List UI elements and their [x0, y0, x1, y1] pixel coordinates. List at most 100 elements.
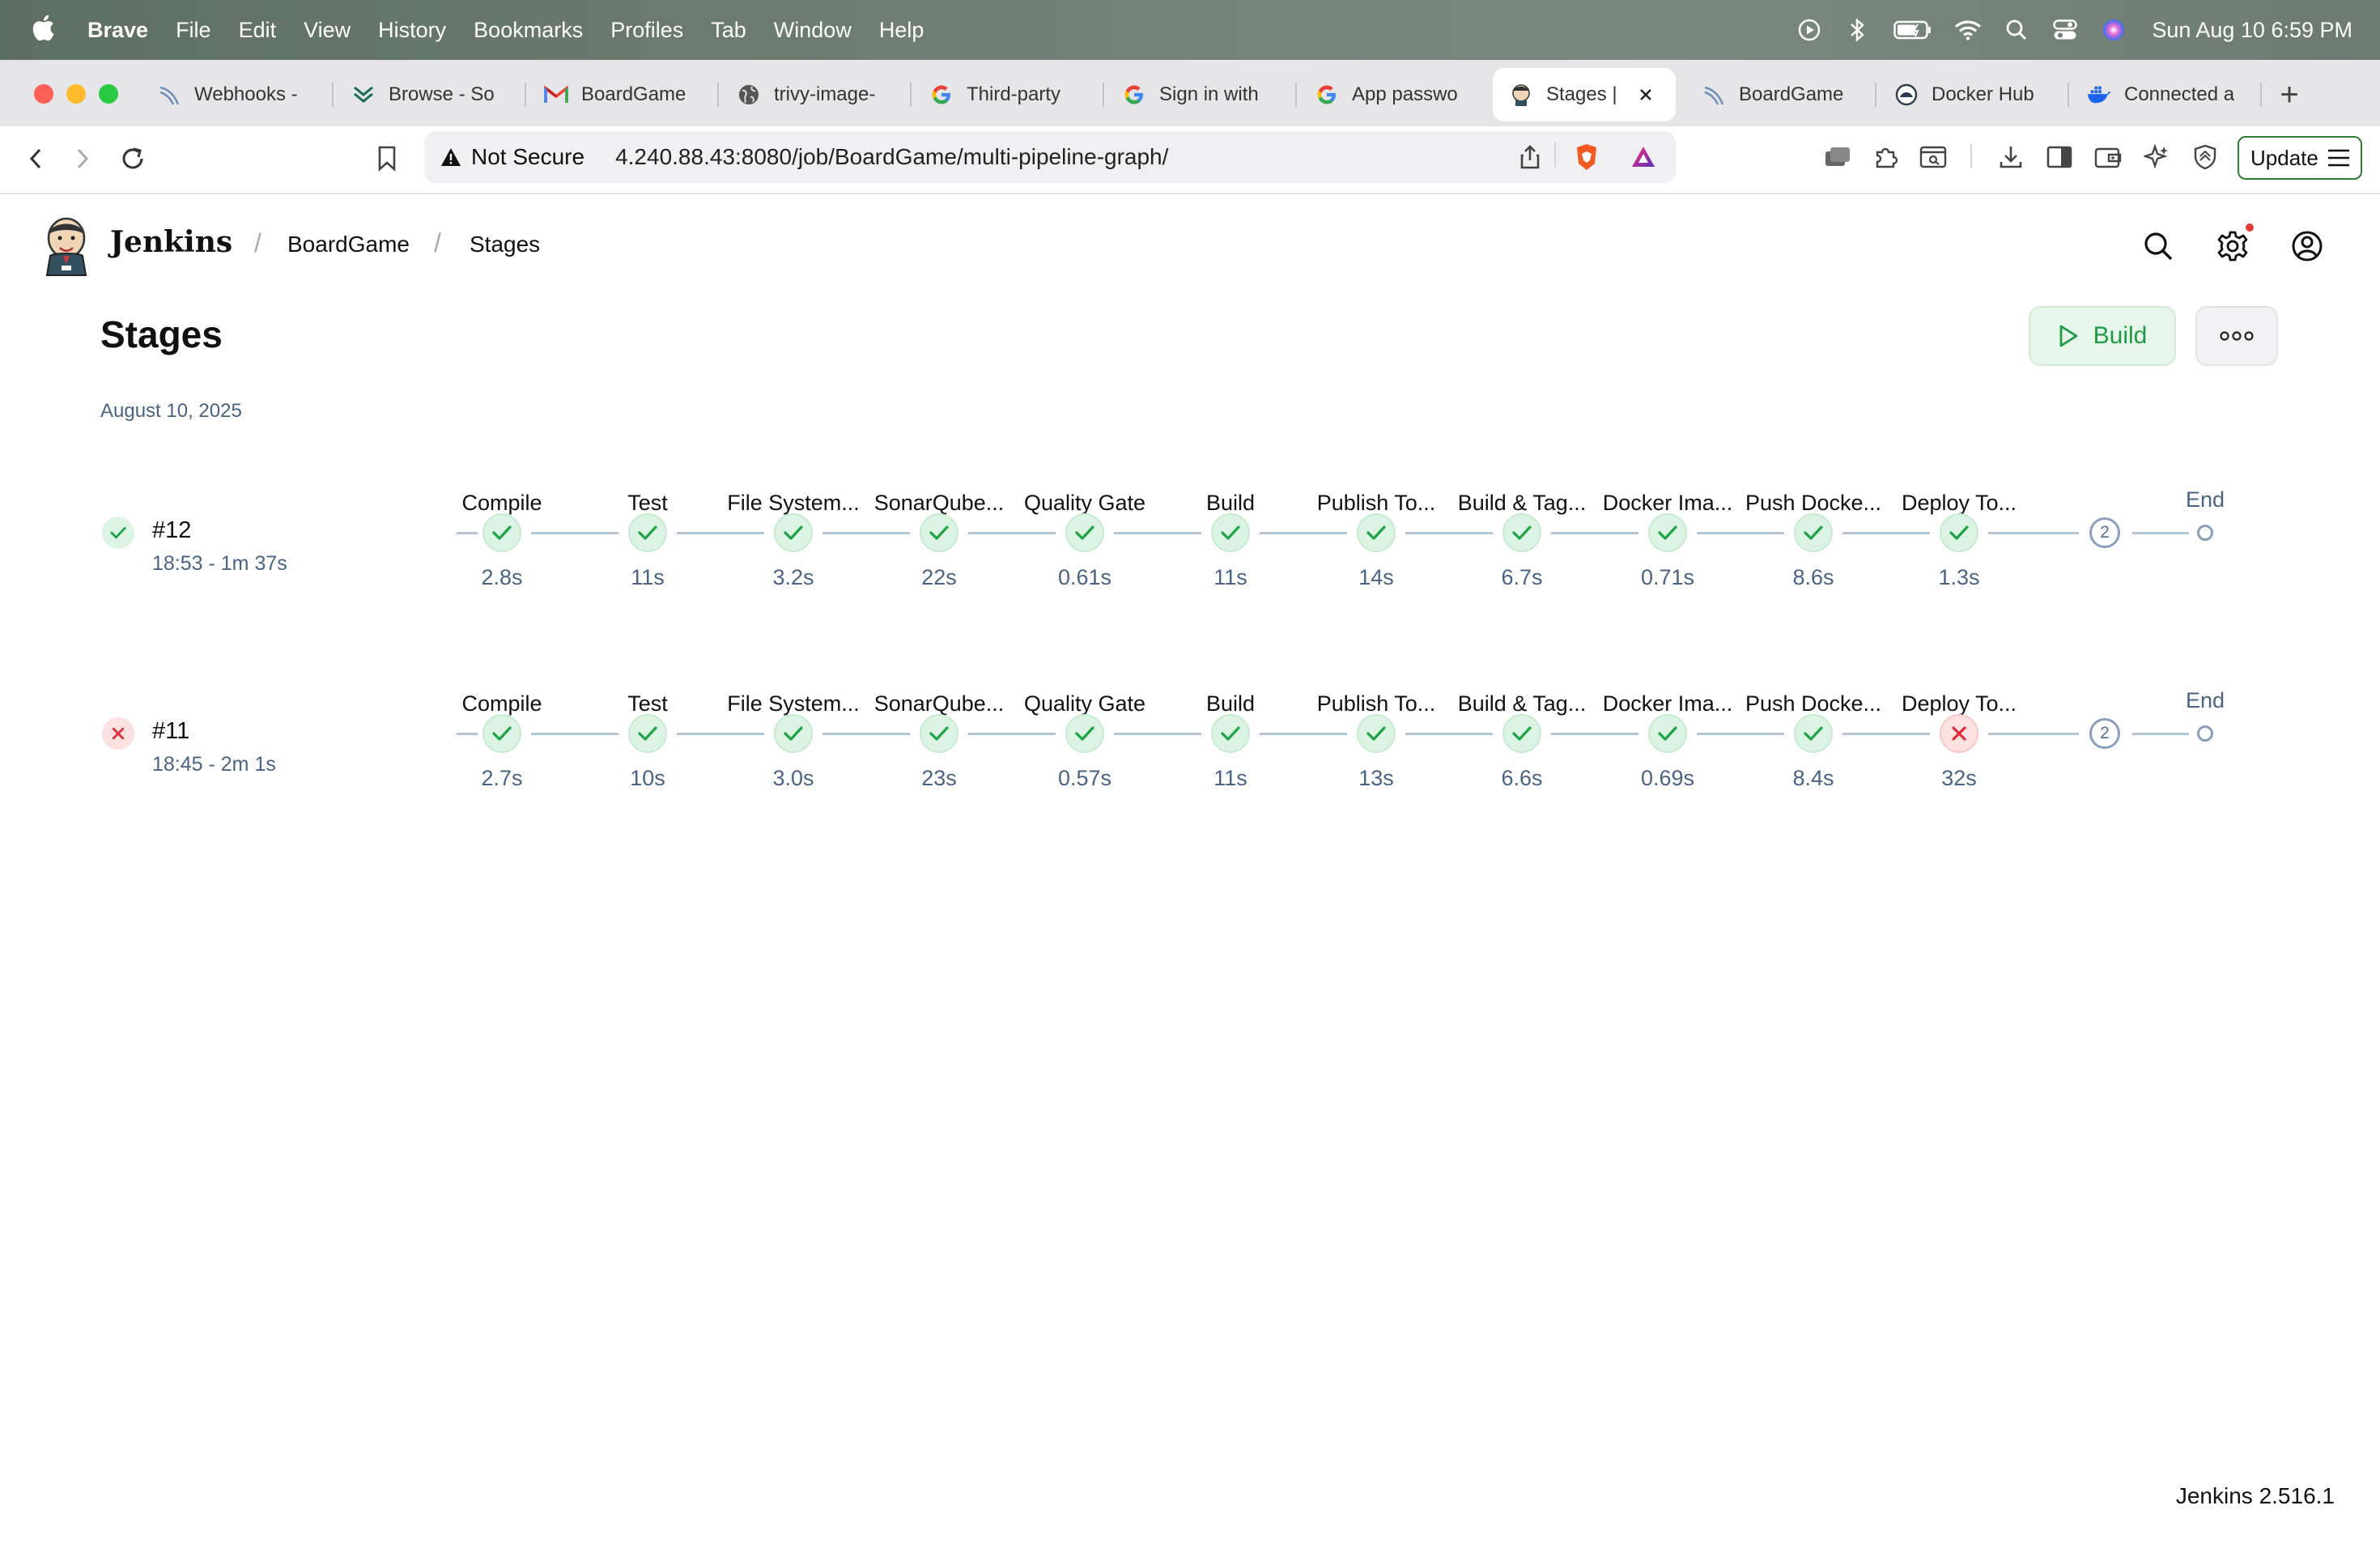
stage-name[interactable]: SonarQube... [866, 491, 1012, 516]
update-button[interactable]: Update [2238, 136, 2362, 180]
bookmark-icon[interactable] [368, 139, 406, 178]
bluetooth-icon[interactable] [1844, 16, 1872, 44]
stage-name[interactable]: Compile [429, 691, 575, 717]
stage-name[interactable]: Publish To... [1303, 491, 1449, 516]
stage-name[interactable]: Test [575, 691, 720, 717]
stage-success-node[interactable] [1794, 714, 1833, 753]
stage-success-node[interactable] [1648, 714, 1687, 753]
menu-bookmarks[interactable]: Bookmarks [474, 18, 583, 43]
stage-name[interactable]: Deploy To... [1886, 491, 2032, 516]
stage-success-node[interactable] [1357, 513, 1396, 552]
control-center-icon[interactable] [2051, 16, 2079, 44]
close-tab-icon[interactable] [1638, 87, 1653, 102]
stage-success-node[interactable] [482, 513, 521, 552]
apple-logo-icon[interactable] [31, 11, 55, 44]
stage-success-node[interactable] [1940, 513, 1978, 552]
stage-name[interactable]: Docker Ima... [1595, 491, 1740, 516]
jenkins-logo-icon[interactable] [42, 215, 91, 277]
tab-gmail-boardgame[interactable]: BoardGame [544, 68, 706, 121]
back-button[interactable] [16, 139, 55, 178]
brave-shields-icon[interactable] [1570, 141, 1603, 173]
address-bar[interactable]: Not Secure 4.240.88.43:8080/job/BoardGam… [424, 131, 1676, 183]
stage-name[interactable]: Build [1158, 691, 1303, 717]
tab-stages-active[interactable]: Stages | [1493, 68, 1676, 121]
stage-success-node[interactable] [1502, 513, 1541, 552]
tab-webhooks[interactable]: Webhooks - [157, 68, 319, 121]
menu-view[interactable]: View [304, 18, 351, 43]
jenkins-version[interactable]: Jenkins 2.516.1 [2176, 1483, 2335, 1509]
stage-success-node[interactable] [920, 513, 958, 552]
stage-name[interactable]: Build & Tag... [1449, 491, 1595, 516]
run-number-link[interactable]: #12 [152, 517, 191, 544]
menubar-clock[interactable]: Sun Aug 10 6:59 PM [2152, 18, 2352, 43]
menu-file[interactable]: File [176, 18, 211, 43]
stage-success-node[interactable] [1065, 714, 1104, 753]
stage-success-node[interactable] [1648, 513, 1687, 552]
hidden-stages-count-node[interactable]: 2 [2089, 718, 2120, 749]
stage-success-node[interactable] [1794, 513, 1833, 552]
window-minimize-button[interactable] [66, 84, 86, 104]
menu-profiles[interactable]: Profiles [610, 18, 683, 43]
stage-success-node[interactable] [1065, 513, 1104, 552]
tab-connected-accounts[interactable]: Connected a [2087, 68, 2249, 121]
reader-mode-icon[interactable] [1917, 141, 1949, 173]
stage-name[interactable]: File System... [720, 491, 866, 516]
sidebar-toggle-icon[interactable] [2043, 141, 2076, 173]
forward-button[interactable] [63, 139, 102, 178]
stage-success-node[interactable] [628, 513, 667, 552]
stage-name[interactable]: Push Docke... [1740, 691, 1886, 717]
search-icon[interactable] [2139, 227, 2178, 266]
stage-success-node[interactable] [482, 714, 521, 753]
stage-success-node[interactable] [628, 714, 667, 753]
not-secure-label[interactable]: Not Secure [471, 144, 584, 170]
jenkins-brand[interactable]: Jenkins [110, 225, 232, 259]
stage-name[interactable]: Deploy To... [1886, 691, 2032, 717]
wallet-icon[interactable] [2092, 141, 2124, 173]
stage-success-node[interactable] [774, 513, 813, 552]
stage-name[interactable]: Push Docke... [1740, 491, 1886, 516]
settings-gear-icon[interactable] [2213, 227, 2252, 266]
menu-tab[interactable]: Tab [711, 18, 746, 43]
stage-name[interactable]: Test [575, 491, 720, 516]
leo-ai-icon[interactable] [2140, 141, 2173, 173]
new-tab-button[interactable]: + [2273, 74, 2306, 115]
tab-trivy-image[interactable]: trivy-image- [737, 68, 899, 121]
tab-boardgame-webhooks[interactable]: BoardGame [1702, 68, 1864, 121]
window-close-button[interactable] [34, 84, 53, 104]
stage-success-node[interactable] [1357, 714, 1396, 753]
more-actions-button[interactable] [2195, 306, 2278, 366]
breadcrumb-stages[interactable]: Stages [470, 232, 540, 257]
stage-success-node[interactable] [1502, 714, 1541, 753]
tab-browse-sonatype[interactable]: Browse - So [351, 68, 513, 121]
breadcrumb-boardgame[interactable]: BoardGame [287, 232, 410, 257]
tab-third-party[interactable]: Third-party [929, 68, 1091, 121]
siri-icon[interactable] [2100, 16, 2127, 44]
share-icon[interactable] [1514, 141, 1546, 173]
menu-app-brave[interactable]: Brave [87, 18, 148, 43]
stage-success-node[interactable] [1211, 714, 1250, 753]
download-icon[interactable] [1995, 141, 2027, 173]
tab-app-passwords[interactable]: App passwo [1315, 68, 1477, 121]
stage-success-node[interactable] [920, 714, 958, 753]
user-account-icon[interactable] [2288, 227, 2327, 266]
run-number-link[interactable]: #11 [152, 718, 189, 745]
battery-icon[interactable] [1893, 16, 1933, 44]
window-zoom-button[interactable] [99, 84, 118, 104]
stage-name[interactable]: Quality Gate [1012, 491, 1158, 516]
stage-name[interactable]: Publish To... [1303, 691, 1449, 717]
hidden-stages-count-node[interactable]: 2 [2089, 517, 2120, 548]
reload-button[interactable] [113, 139, 152, 178]
stage-name[interactable]: Build [1158, 491, 1303, 516]
stage-name[interactable]: Compile [429, 491, 575, 516]
menu-edit[interactable]: Edit [239, 18, 277, 43]
stage-name[interactable]: Build & Tag... [1449, 691, 1595, 717]
spotlight-search-icon[interactable] [2003, 16, 2030, 44]
menu-help[interactable]: Help [879, 18, 924, 43]
menu-history[interactable]: History [378, 18, 446, 43]
wifi-icon[interactable] [1954, 16, 1982, 44]
tab-docker-hub[interactable]: Docker Hub [1894, 68, 2056, 121]
stage-failed-node[interactable] [1940, 714, 1978, 753]
stage-name[interactable]: Quality Gate [1012, 691, 1158, 717]
menu-window[interactable]: Window [774, 18, 852, 43]
stage-name[interactable]: SonarQube... [866, 691, 1012, 717]
